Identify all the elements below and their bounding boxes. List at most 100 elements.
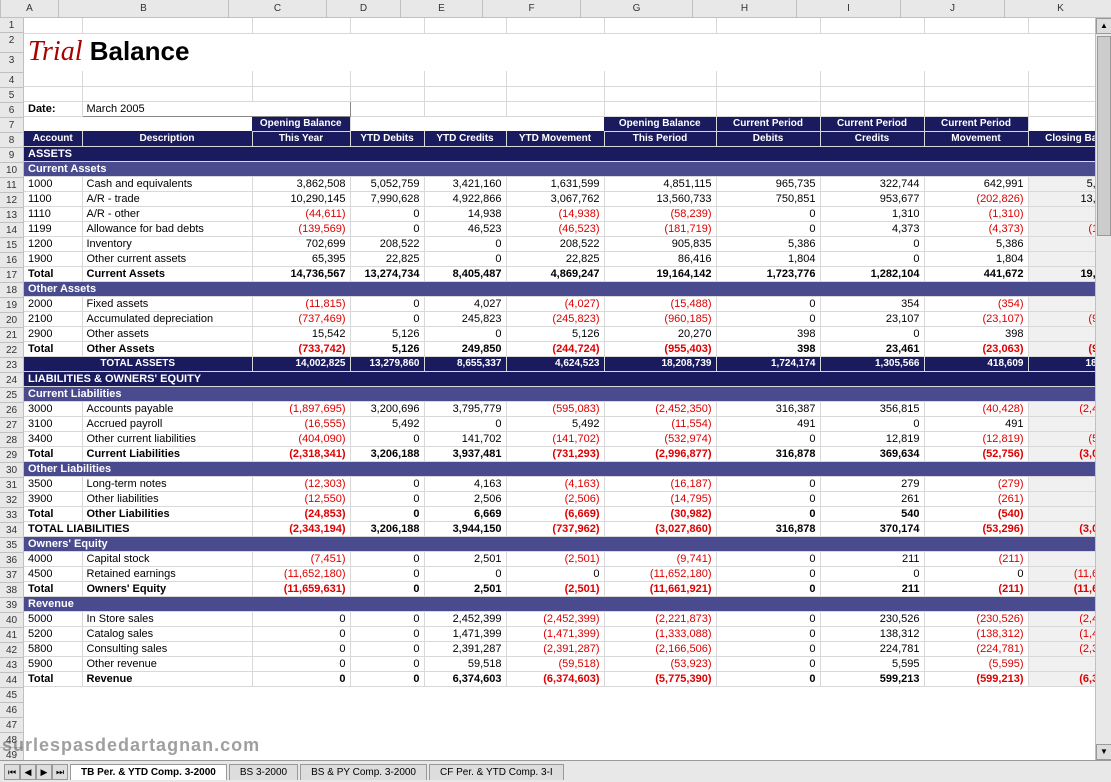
vertical-scrollbar[interactable]: ▲ ▼ <box>1095 18 1111 760</box>
cell-value[interactable]: (354) <box>924 296 1028 311</box>
cell-value[interactable]: (23,063) <box>924 341 1028 356</box>
cell-value[interactable]: (4,373) <box>924 221 1028 236</box>
column-header-7[interactable]: Debits <box>716 131 820 146</box>
account-code[interactable]: 5800 <box>24 641 82 656</box>
cell-value[interactable]: (11,815) <box>252 296 350 311</box>
cell-value[interactable]: 261 <box>820 491 924 506</box>
cell-value[interactable]: (245,823) <box>506 311 604 326</box>
cell-value[interactable]: 22,825 <box>350 251 424 266</box>
cell-value[interactable]: (11,554) <box>604 416 716 431</box>
section-assets[interactable]: ASSETS <box>24 146 1111 161</box>
cell-value[interactable]: 0 <box>252 656 350 671</box>
cell-value[interactable]: 0 <box>716 221 820 236</box>
cell-value[interactable]: 0 <box>716 551 820 566</box>
cell-value[interactable]: 354 <box>820 296 924 311</box>
scroll-thumb[interactable] <box>1097 36 1111 236</box>
cell-value[interactable]: 540 <box>820 506 924 521</box>
cell-value[interactable]: 2,501 <box>424 551 506 566</box>
account-desc[interactable]: Current Assets <box>82 266 252 281</box>
cell-value[interactable]: (11,659,631) <box>252 581 350 596</box>
cell-value[interactable]: 13,274,734 <box>350 266 424 281</box>
column-header-G[interactable]: G <box>581 0 693 17</box>
cell-value[interactable]: 3,200,696 <box>350 401 424 416</box>
cell-value[interactable]: (16,187) <box>604 476 716 491</box>
cell-value[interactable]: 369,634 <box>820 446 924 461</box>
account-desc[interactable]: Other revenue <box>82 656 252 671</box>
row-header-40[interactable]: 40 <box>0 613 23 628</box>
row-header-44[interactable]: 44 <box>0 673 23 688</box>
cell-value[interactable]: 0 <box>350 431 424 446</box>
cell-value[interactable]: 0 <box>350 506 424 521</box>
cell-value[interactable]: (11,661,921) <box>604 581 716 596</box>
column-header-0[interactable]: Account <box>24 131 82 146</box>
cell-value[interactable]: 10,290,145 <box>252 191 350 206</box>
cell-value[interactable]: (4,163) <box>506 476 604 491</box>
cell-value[interactable]: 22,825 <box>506 251 604 266</box>
cell-value[interactable]: 0 <box>716 611 820 626</box>
cell-value[interactable]: 491 <box>716 416 820 431</box>
sheet-tab-1[interactable]: BS 3-2000 <box>229 764 298 780</box>
cell-value[interactable]: (7,451) <box>252 551 350 566</box>
cell-value[interactable]: (2,501) <box>506 551 604 566</box>
row-header-20[interactable]: 20 <box>0 313 23 328</box>
cell-value[interactable]: 279 <box>820 476 924 491</box>
cell-value[interactable]: 5,052,759 <box>350 176 424 191</box>
account-desc[interactable]: Other current liabilities <box>82 431 252 446</box>
cell-value[interactable]: (23,107) <box>924 311 1028 326</box>
cell-value[interactable]: 702,699 <box>252 236 350 251</box>
row-header-32[interactable]: 32 <box>0 493 23 508</box>
row-header-29[interactable]: 29 <box>0 448 23 463</box>
scroll-down-button[interactable]: ▼ <box>1096 744 1111 760</box>
row-header-48[interactable]: 48 <box>0 733 23 748</box>
cell-value[interactable]: 3,067,762 <box>506 191 604 206</box>
row-header-33[interactable]: 33 <box>0 508 23 523</box>
account-desc[interactable]: Inventory <box>82 236 252 251</box>
cell-value[interactable]: 0 <box>424 236 506 251</box>
cell-value[interactable]: (40,428) <box>924 401 1028 416</box>
row-header-21[interactable]: 21 <box>0 328 23 343</box>
column-header-4[interactable]: YTD Credits <box>424 131 506 146</box>
cell-value[interactable]: (12,303) <box>252 476 350 491</box>
account-code[interactable]: 2100 <box>24 311 82 326</box>
account-desc[interactable]: Other Assets <box>82 341 252 356</box>
cell-value[interactable]: 0 <box>350 611 424 626</box>
row-header-9[interactable]: 9 <box>0 148 23 163</box>
cell-value[interactable]: 208,522 <box>350 236 424 251</box>
cell-value[interactable]: 211 <box>820 551 924 566</box>
scroll-up-button[interactable]: ▲ <box>1096 18 1111 34</box>
cell-value[interactable]: 1,471,399 <box>424 626 506 641</box>
cell-value[interactable]: (261) <box>924 491 1028 506</box>
row-header-46[interactable]: 46 <box>0 703 23 718</box>
cell-value[interactable]: (1,897,695) <box>252 401 350 416</box>
row-header-38[interactable]: 38 <box>0 583 23 598</box>
account-code[interactable]: 3000 <box>24 401 82 416</box>
cell-value[interactable]: 0 <box>350 656 424 671</box>
sheet-tab-3[interactable]: CF Per. & YTD Comp. 3-I <box>429 764 564 780</box>
account-code[interactable]: Total <box>24 671 82 686</box>
hdr-cp-credits-1[interactable]: Current Period <box>820 116 924 131</box>
cell-value[interactable]: 642,991 <box>924 176 1028 191</box>
cell-value[interactable]: (230,526) <box>924 611 1028 626</box>
account-desc[interactable]: Cash and equivalents <box>82 176 252 191</box>
cell-value[interactable]: 0 <box>716 206 820 221</box>
cell-value[interactable]: 1,310 <box>820 206 924 221</box>
cell-value[interactable]: 0 <box>350 206 424 221</box>
account-desc[interactable]: Capital stock <box>82 551 252 566</box>
cell-value[interactable]: (404,090) <box>252 431 350 446</box>
account-code[interactable]: 1200 <box>24 236 82 251</box>
tab-next-button[interactable]: ▶ <box>36 764 52 780</box>
row-header-19[interactable]: 19 <box>0 298 23 313</box>
cell-value[interactable]: 14,736,567 <box>252 266 350 281</box>
cell-value[interactable]: 3,795,779 <box>424 401 506 416</box>
cell-value[interactable]: 59,518 <box>424 656 506 671</box>
account-desc[interactable]: Other assets <box>82 326 252 341</box>
cell-value[interactable]: 4,869,247 <box>506 266 604 281</box>
row-header-10[interactable]: 10 <box>0 163 23 178</box>
account-desc[interactable]: Retained earnings <box>82 566 252 581</box>
cell-value[interactable]: 224,781 <box>820 641 924 656</box>
cell-value[interactable]: 5,126 <box>350 341 424 356</box>
row-header-47[interactable]: 47 <box>0 718 23 733</box>
cell-value[interactable]: (44,611) <box>252 206 350 221</box>
row-header-8[interactable]: 8 <box>0 133 23 148</box>
sheet-tab-0[interactable]: TB Per. & YTD Comp. 3-2000 <box>70 764 227 780</box>
